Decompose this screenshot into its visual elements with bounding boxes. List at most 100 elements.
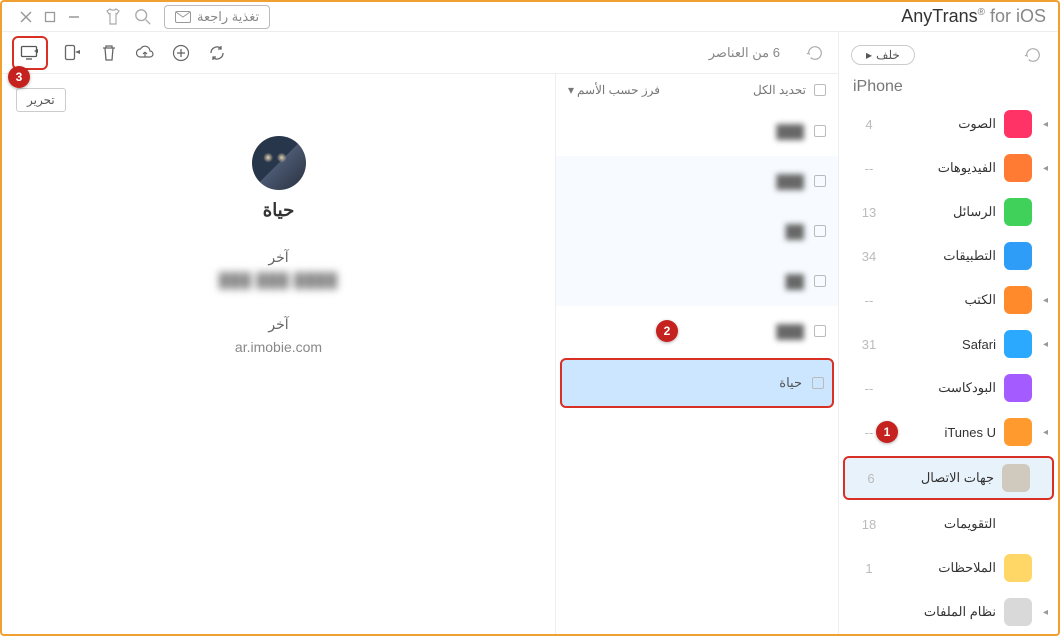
export-to-device-button[interactable]: [62, 42, 84, 64]
app-icon: [1004, 286, 1032, 314]
app-icon: [1004, 330, 1032, 358]
shirt-icon[interactable]: [102, 6, 124, 28]
sidebar-item-4[interactable]: ◂الكتب--: [839, 278, 1058, 322]
contact-row[interactable]: ███: [556, 106, 838, 156]
sidebar-item-label: الصوت: [897, 116, 996, 132]
add-button[interactable]: [170, 42, 192, 64]
app-icon: [1004, 418, 1032, 446]
search-icon[interactable]: [132, 6, 154, 28]
sidebar-item-label: التطبيقات: [897, 248, 996, 264]
app-icon: [1004, 374, 1032, 402]
sidebar-item-count: 34: [849, 249, 889, 264]
app-icon: [1004, 242, 1032, 270]
contact-row[interactable]: ███: [556, 306, 838, 356]
minimize-button[interactable]: [66, 9, 82, 25]
contact-row-name: ██: [786, 224, 804, 239]
chevron-left-icon: ◂: [1040, 427, 1048, 438]
edit-button[interactable]: تحرير: [16, 88, 66, 112]
delete-button[interactable]: [98, 42, 120, 64]
toolbar: 6 من العناصر 3: [2, 32, 838, 74]
export-to-pc-button[interactable]: 3: [12, 36, 48, 70]
app-icon: [1004, 198, 1032, 226]
app-icon: [1004, 598, 1032, 626]
sidebar-item-label: جهات الاتصال: [899, 470, 994, 486]
select-all-checkbox[interactable]: [814, 84, 826, 96]
contact-list: تحديد الكل فرز حسب الأسم ▾ █████████████…: [556, 74, 838, 634]
detail-field-value: ███ ███ ████: [2, 272, 555, 288]
chevron-left-icon: ◂: [1040, 607, 1048, 618]
contact-row-name: ██: [786, 274, 804, 289]
sidebar-item-label: iTunes U: [897, 425, 996, 440]
row-checkbox[interactable]: [814, 325, 826, 337]
sidebar-item-11[interactable]: ◂ نظام الملفات: [839, 590, 1058, 634]
contact-name: حياة: [263, 200, 294, 221]
sidebar-item-count: 13: [849, 205, 889, 220]
detail-field-label: آخر: [2, 249, 555, 266]
sidebar-item-10[interactable]: الملاحظات 1: [839, 546, 1058, 590]
sidebar-item-label: البودكاست: [897, 380, 996, 396]
contact-detail: تحرير حياة آخر ███ ███ ████ آخر ar.imobi…: [2, 74, 556, 634]
sidebar-item-6[interactable]: البودكاست --: [839, 366, 1058, 410]
row-checkbox[interactable]: [812, 377, 824, 389]
maximize-button[interactable]: [42, 9, 58, 25]
app-icon: [1002, 464, 1030, 492]
contact-row-name: ███: [776, 324, 804, 339]
app-icon: [1004, 554, 1032, 582]
app-icon: [1004, 110, 1032, 138]
detail-field-label: آخر: [2, 316, 555, 333]
sync-button[interactable]: [206, 42, 228, 64]
back-button[interactable]: خلف ▸: [851, 45, 915, 65]
chevron-down-icon: ▾: [568, 83, 574, 97]
sidebar-item-count: 1: [849, 561, 889, 576]
sidebar-item-1[interactable]: ◂الفيديوهات--: [839, 146, 1058, 190]
row-checkbox[interactable]: [814, 225, 826, 237]
sidebar-item-label: الملاحظات: [897, 560, 996, 576]
sidebar-item-5[interactable]: ◂Safari31: [839, 322, 1058, 366]
sidebar-item-count: 18: [849, 517, 889, 532]
chevron-left-icon: ◂: [1040, 339, 1048, 350]
sidebar-item-7[interactable]: ◂iTunes U--: [839, 410, 1058, 454]
sidebar-item-0[interactable]: ◂الصوت4: [839, 102, 1058, 146]
to-cloud-button[interactable]: [134, 42, 156, 64]
sort-dropdown[interactable]: فرز حسب الأسم ▾: [568, 83, 660, 97]
sidebar-item-2[interactable]: الرسائل 13: [839, 190, 1058, 234]
detail-field-value: ar.imobie.com: [2, 339, 555, 355]
sidebar-item-label: Safari: [897, 337, 996, 352]
device-name: iPhone: [839, 78, 1058, 102]
mail-icon: [175, 11, 191, 23]
callout-1: 1: [876, 421, 898, 443]
feedback-button[interactable]: تغذية راجعة: [164, 5, 270, 29]
sidebar-item-label: نظام الملفات: [897, 604, 996, 620]
sidebar-item-9[interactable]: التقويمات 18: [839, 502, 1058, 546]
row-checkbox[interactable]: [814, 275, 826, 287]
contact-row[interactable]: ██: [556, 256, 838, 306]
contact-row[interactable]: ██: [556, 206, 838, 256]
callout-3: 3: [8, 66, 30, 88]
toolbar-refresh-icon[interactable]: [802, 40, 828, 66]
sidebar-item-label: الفيديوهات: [897, 160, 996, 176]
contact-row-name: ███: [776, 174, 804, 189]
sidebar-item-8[interactable]: جهات الاتصال6: [843, 456, 1054, 500]
feedback-label: تغذية راجعة: [197, 9, 259, 25]
contact-row-name: ███: [776, 124, 804, 139]
back-label: خلف: [876, 48, 900, 62]
close-button[interactable]: [18, 9, 34, 25]
contact-row[interactable]: حياة: [560, 358, 834, 408]
avatar: [252, 136, 306, 190]
contact-row[interactable]: ███: [556, 156, 838, 206]
chevron-right-icon: ▸: [866, 48, 872, 62]
callout-2: 2: [656, 320, 678, 342]
sidebar-item-3[interactable]: التطبيقات 34: [839, 234, 1058, 278]
sidebar-refresh-icon[interactable]: [1020, 42, 1046, 68]
items-count: 6 من العناصر: [709, 45, 780, 61]
sidebar-item-label: التقويمات: [897, 516, 996, 532]
sidebar-item-count: 4: [849, 117, 889, 132]
sidebar-item-label: الرسائل: [897, 204, 996, 220]
row-checkbox[interactable]: [814, 125, 826, 137]
app-icon: [1004, 510, 1032, 538]
sidebar-item-count: --: [849, 381, 889, 396]
sidebar-item-count: --: [849, 293, 889, 308]
select-all-label: تحديد الكل: [753, 83, 806, 97]
app-icon: [1004, 154, 1032, 182]
row-checkbox[interactable]: [814, 175, 826, 187]
